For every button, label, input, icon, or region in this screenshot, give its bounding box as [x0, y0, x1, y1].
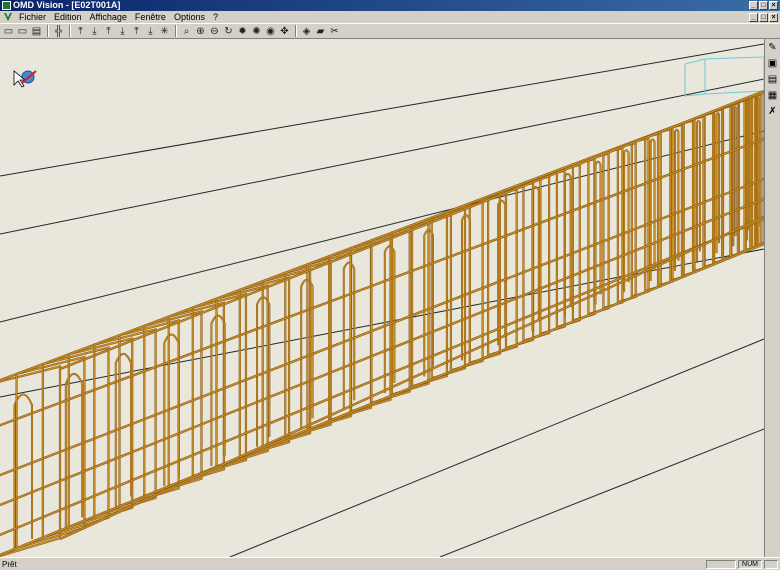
- minimize-button[interactable]: _: [749, 1, 758, 10]
- status-panel-empty: [706, 559, 736, 569]
- document-icon[interactable]: [3, 12, 13, 22]
- stirrup: [93, 328, 157, 518]
- toolbar-separator: [175, 25, 177, 37]
- layers-icon[interactable]: ▤: [766, 73, 779, 86]
- status-panel-end: [764, 559, 778, 569]
- view-icon[interactable]: ◈: [300, 25, 313, 38]
- doc-minimize-button[interactable]: _: [749, 13, 758, 22]
- zoom-window-icon[interactable]: ⌕: [180, 25, 193, 38]
- star-icon[interactable]: ✹: [236, 25, 249, 38]
- axis-y-icon[interactable]: ⤒: [74, 25, 87, 38]
- layers-icon[interactable]: ▰: [314, 25, 327, 38]
- toolbar-separator: [69, 25, 71, 37]
- longitudinal-bar: [0, 178, 764, 476]
- doc-maximize-button[interactable]: □: [759, 13, 768, 22]
- frame-icon[interactable]: ╬: [52, 25, 65, 38]
- axis-zy-icon[interactable]: ⤓: [144, 25, 157, 38]
- hook: [696, 120, 701, 262]
- hook-outline: [623, 149, 630, 293]
- longitudinal-bar: [0, 198, 764, 506]
- stirrup: [431, 208, 466, 380]
- bounding-box: [684, 56, 764, 97]
- window-title: OMD Vision - [E02T001A]: [13, 0, 121, 10]
- toolbar-separator: [47, 25, 49, 37]
- right-toolbar: ✎ ▣ ▤ ▦ ✗: [764, 39, 780, 557]
- stirrup-outline: [93, 327, 157, 518]
- menu-bar: Fichier Edition Affichage Fenêtre Option…: [0, 11, 780, 23]
- eye-icon[interactable]: ◉: [264, 25, 277, 38]
- menu-edition[interactable]: Edition: [50, 11, 86, 23]
- zoom-in-icon[interactable]: ⊕: [194, 25, 207, 38]
- menu-help[interactable]: ?: [209, 11, 222, 23]
- rotate-icon[interactable]: ↻: [222, 25, 235, 38]
- hook-outline: [594, 160, 602, 305]
- hook-outline: [649, 138, 656, 281]
- menu-fichier[interactable]: Fichier: [15, 11, 50, 23]
- open-icon[interactable]: ▭: [2, 25, 15, 38]
- stirrup: [42, 346, 110, 539]
- stirrup-outline: [430, 207, 467, 380]
- hook: [732, 105, 736, 247]
- info-icon[interactable]: ✎: [766, 41, 779, 54]
- 3d-viewport[interactable]: [0, 39, 764, 557]
- app-icon: [2, 1, 11, 10]
- grid-icon[interactable]: ▦: [766, 89, 779, 102]
- axis-xz-icon[interactable]: ⤒: [130, 25, 143, 38]
- maximize-button[interactable]: □: [759, 1, 768, 10]
- window-controls: _ □ ×: [749, 1, 778, 10]
- pan-icon[interactable]: ✥: [278, 25, 291, 38]
- sun-icon[interactable]: ✺: [250, 25, 263, 38]
- close-button[interactable]: ×: [769, 1, 778, 10]
- axis-yx-icon[interactable]: ⤓: [116, 25, 129, 38]
- hook-outline: [531, 185, 540, 331]
- hook-outline: [674, 128, 680, 271]
- save-icon[interactable]: ▭: [16, 25, 29, 38]
- menu-affichage[interactable]: Affichage: [86, 11, 131, 23]
- hook-outline: [563, 172, 572, 318]
- longitudinal-bar: [0, 218, 764, 536]
- axis-all-icon[interactable]: ✳: [158, 25, 171, 38]
- title-bar: OMD Vision - [E02T001A] _ □ ×: [0, 0, 780, 11]
- document-controls: _ □ ×: [749, 13, 778, 22]
- perspective-line: [439, 428, 764, 557]
- tools-icon[interactable]: ✗: [766, 105, 779, 118]
- stirrup: [16, 356, 85, 549]
- stirrup: [68, 337, 133, 528]
- stirrup-outline: [41, 346, 110, 539]
- hook: [716, 112, 720, 254]
- status-bar: Prêt NUM: [0, 557, 780, 570]
- menu-options[interactable]: Options: [170, 11, 209, 23]
- zoom-out-icon[interactable]: ⊖: [208, 25, 221, 38]
- toolbar-separator: [295, 25, 297, 37]
- status-text: Prêt: [2, 559, 17, 569]
- tools-icon[interactable]: ✂: [328, 25, 341, 38]
- axis-x-icon[interactable]: ⤓: [88, 25, 101, 38]
- rebar-cage-render[interactable]: [0, 39, 764, 557]
- toolbar: ▭ ▭ ▤ ╬ ⤒ ⤓ ⤒ ⤓ ⤒ ⤓ ✳ ⌕ ⊕ ⊖ ↻ ✹ ✺ ◉ ✥ ◈ ▰ ✂: [0, 23, 780, 39]
- axis-z-icon[interactable]: ⤒: [102, 25, 115, 38]
- print-icon[interactable]: ▤: [30, 25, 43, 38]
- stirrup-outline: [67, 337, 134, 529]
- menu-fenetre[interactable]: Fenêtre: [131, 11, 170, 23]
- num-lock-indicator: NUM: [738, 559, 762, 569]
- doc-close-button[interactable]: ×: [769, 13, 778, 22]
- stirrup-outline: [15, 355, 86, 550]
- copy-icon[interactable]: ▣: [766, 57, 779, 70]
